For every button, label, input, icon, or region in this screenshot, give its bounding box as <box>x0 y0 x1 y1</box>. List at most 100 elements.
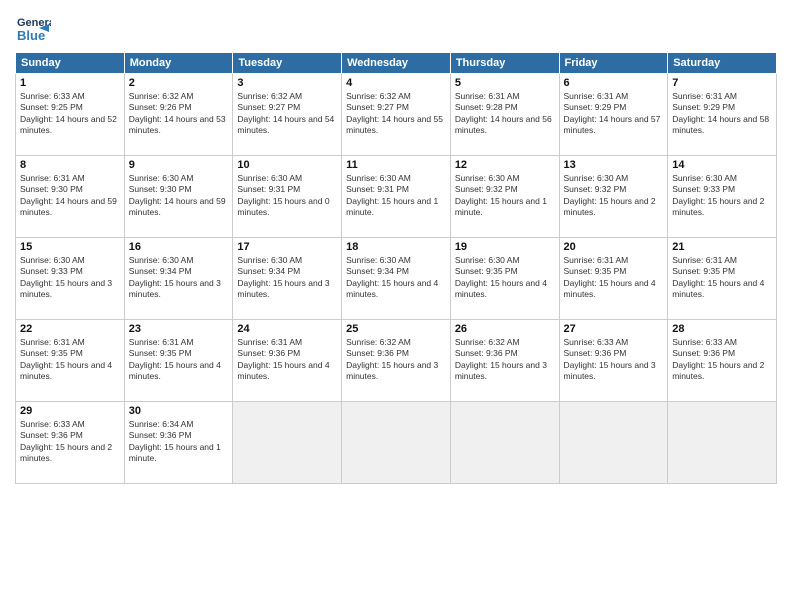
day-info: Sunrise: 6:33 AMSunset: 9:36 PMDaylight:… <box>672 337 764 381</box>
day-number: 23 <box>129 323 229 335</box>
table-row: 9 Sunrise: 6:30 AMSunset: 9:30 PMDayligh… <box>124 156 233 238</box>
day-info: Sunrise: 6:32 AMSunset: 9:36 PMDaylight:… <box>346 337 438 381</box>
day-number: 14 <box>672 159 772 171</box>
day-number: 19 <box>455 241 555 253</box>
table-row: 1 Sunrise: 6:33 AMSunset: 9:25 PMDayligh… <box>16 74 125 156</box>
day-info: Sunrise: 6:34 AMSunset: 9:36 PMDaylight:… <box>129 419 221 463</box>
table-row: 16 Sunrise: 6:30 AMSunset: 9:34 PMDaylig… <box>124 238 233 320</box>
header: General Blue <box>15 10 777 46</box>
day-header-wednesday: Wednesday <box>342 53 451 74</box>
day-number: 21 <box>672 241 772 253</box>
day-header-sunday: Sunday <box>16 53 125 74</box>
table-row: 19 Sunrise: 6:30 AMSunset: 9:35 PMDaylig… <box>450 238 559 320</box>
table-row: 2 Sunrise: 6:32 AMSunset: 9:26 PMDayligh… <box>124 74 233 156</box>
table-row: 6 Sunrise: 6:31 AMSunset: 9:29 PMDayligh… <box>559 74 668 156</box>
table-row: 26 Sunrise: 6:32 AMSunset: 9:36 PMDaylig… <box>450 320 559 402</box>
day-number: 13 <box>564 159 664 171</box>
calendar-page: General Blue SundayMondayTuesdayWednesda… <box>0 0 792 612</box>
day-info: Sunrise: 6:32 AMSunset: 9:26 PMDaylight:… <box>129 91 226 135</box>
table-row: 8 Sunrise: 6:31 AMSunset: 9:30 PMDayligh… <box>16 156 125 238</box>
day-info: Sunrise: 6:31 AMSunset: 9:35 PMDaylight:… <box>129 337 221 381</box>
day-info: Sunrise: 6:32 AMSunset: 9:27 PMDaylight:… <box>237 91 334 135</box>
table-row: 22 Sunrise: 6:31 AMSunset: 9:35 PMDaylig… <box>16 320 125 402</box>
table-row: 20 Sunrise: 6:31 AMSunset: 9:35 PMDaylig… <box>559 238 668 320</box>
day-number: 28 <box>672 323 772 335</box>
day-info: Sunrise: 6:31 AMSunset: 9:35 PMDaylight:… <box>20 337 112 381</box>
day-info: Sunrise: 6:32 AMSunset: 9:27 PMDaylight:… <box>346 91 443 135</box>
day-header-thursday: Thursday <box>450 53 559 74</box>
table-row: 24 Sunrise: 6:31 AMSunset: 9:36 PMDaylig… <box>233 320 342 402</box>
day-number: 3 <box>237 77 337 89</box>
day-number: 26 <box>455 323 555 335</box>
day-info: Sunrise: 6:31 AMSunset: 9:35 PMDaylight:… <box>672 255 764 299</box>
day-number: 29 <box>20 405 120 417</box>
day-number: 30 <box>129 405 229 417</box>
table-row <box>342 402 451 484</box>
day-info: Sunrise: 6:30 AMSunset: 9:31 PMDaylight:… <box>346 173 438 217</box>
table-row: 27 Sunrise: 6:33 AMSunset: 9:36 PMDaylig… <box>559 320 668 402</box>
day-number: 5 <box>455 77 555 89</box>
day-info: Sunrise: 6:30 AMSunset: 9:31 PMDaylight:… <box>237 173 329 217</box>
day-info: Sunrise: 6:30 AMSunset: 9:35 PMDaylight:… <box>455 255 547 299</box>
day-number: 12 <box>455 159 555 171</box>
day-number: 27 <box>564 323 664 335</box>
day-header-saturday: Saturday <box>668 53 777 74</box>
day-number: 2 <box>129 77 229 89</box>
logo: General Blue <box>15 10 51 46</box>
day-number: 20 <box>564 241 664 253</box>
table-row <box>233 402 342 484</box>
day-number: 4 <box>346 77 446 89</box>
day-info: Sunrise: 6:33 AMSunset: 9:36 PMDaylight:… <box>20 419 112 463</box>
logo-svg: General Blue <box>15 10 51 46</box>
day-number: 1 <box>20 77 120 89</box>
table-row <box>450 402 559 484</box>
day-info: Sunrise: 6:30 AMSunset: 9:33 PMDaylight:… <box>672 173 764 217</box>
day-number: 24 <box>237 323 337 335</box>
table-row: 29 Sunrise: 6:33 AMSunset: 9:36 PMDaylig… <box>16 402 125 484</box>
table-row: 4 Sunrise: 6:32 AMSunset: 9:27 PMDayligh… <box>342 74 451 156</box>
day-info: Sunrise: 6:31 AMSunset: 9:29 PMDaylight:… <box>564 91 661 135</box>
day-info: Sunrise: 6:32 AMSunset: 9:36 PMDaylight:… <box>455 337 547 381</box>
day-number: 17 <box>237 241 337 253</box>
day-info: Sunrise: 6:30 AMSunset: 9:32 PMDaylight:… <box>455 173 547 217</box>
table-row: 15 Sunrise: 6:30 AMSunset: 9:33 PMDaylig… <box>16 238 125 320</box>
table-row: 28 Sunrise: 6:33 AMSunset: 9:36 PMDaylig… <box>668 320 777 402</box>
day-info: Sunrise: 6:30 AMSunset: 9:30 PMDaylight:… <box>129 173 226 217</box>
day-number: 9 <box>129 159 229 171</box>
day-number: 16 <box>129 241 229 253</box>
table-row: 25 Sunrise: 6:32 AMSunset: 9:36 PMDaylig… <box>342 320 451 402</box>
table-row: 30 Sunrise: 6:34 AMSunset: 9:36 PMDaylig… <box>124 402 233 484</box>
day-number: 8 <box>20 159 120 171</box>
day-info: Sunrise: 6:31 AMSunset: 9:35 PMDaylight:… <box>564 255 656 299</box>
day-number: 25 <box>346 323 446 335</box>
day-info: Sunrise: 6:31 AMSunset: 9:36 PMDaylight:… <box>237 337 329 381</box>
day-info: Sunrise: 6:33 AMSunset: 9:25 PMDaylight:… <box>20 91 117 135</box>
table-row: 21 Sunrise: 6:31 AMSunset: 9:35 PMDaylig… <box>668 238 777 320</box>
table-row: 3 Sunrise: 6:32 AMSunset: 9:27 PMDayligh… <box>233 74 342 156</box>
calendar-table: SundayMondayTuesdayWednesdayThursdayFrid… <box>15 52 777 484</box>
day-info: Sunrise: 6:30 AMSunset: 9:33 PMDaylight:… <box>20 255 112 299</box>
day-number: 6 <box>564 77 664 89</box>
table-row: 11 Sunrise: 6:30 AMSunset: 9:31 PMDaylig… <box>342 156 451 238</box>
day-info: Sunrise: 6:30 AMSunset: 9:34 PMDaylight:… <box>129 255 221 299</box>
table-row: 13 Sunrise: 6:30 AMSunset: 9:32 PMDaylig… <box>559 156 668 238</box>
table-row: 14 Sunrise: 6:30 AMSunset: 9:33 PMDaylig… <box>668 156 777 238</box>
day-number: 15 <box>20 241 120 253</box>
table-row: 7 Sunrise: 6:31 AMSunset: 9:29 PMDayligh… <box>668 74 777 156</box>
svg-text:Blue: Blue <box>17 28 45 43</box>
day-info: Sunrise: 6:31 AMSunset: 9:30 PMDaylight:… <box>20 173 117 217</box>
table-row: 12 Sunrise: 6:30 AMSunset: 9:32 PMDaylig… <box>450 156 559 238</box>
table-row: 10 Sunrise: 6:30 AMSunset: 9:31 PMDaylig… <box>233 156 342 238</box>
day-info: Sunrise: 6:30 AMSunset: 9:32 PMDaylight:… <box>564 173 656 217</box>
day-info: Sunrise: 6:30 AMSunset: 9:34 PMDaylight:… <box>237 255 329 299</box>
day-number: 10 <box>237 159 337 171</box>
day-header-friday: Friday <box>559 53 668 74</box>
day-header-monday: Monday <box>124 53 233 74</box>
day-number: 18 <box>346 241 446 253</box>
table-row <box>668 402 777 484</box>
day-info: Sunrise: 6:31 AMSunset: 9:29 PMDaylight:… <box>672 91 769 135</box>
day-number: 7 <box>672 77 772 89</box>
day-number: 11 <box>346 159 446 171</box>
table-row <box>559 402 668 484</box>
day-number: 22 <box>20 323 120 335</box>
